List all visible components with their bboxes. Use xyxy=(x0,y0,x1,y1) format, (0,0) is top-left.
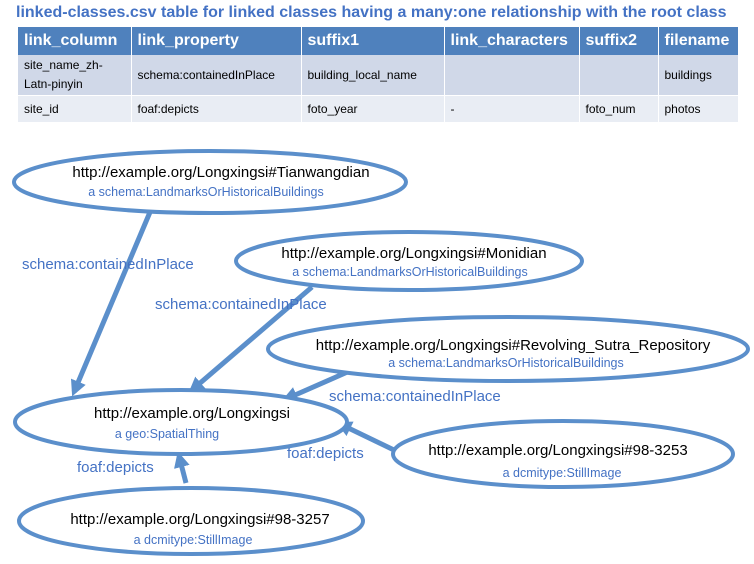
node-uri: http://example.org/Longxingsi#Monidian xyxy=(281,245,546,262)
node-photo3253: http://example.org/Longxingsi#98-3253 a … xyxy=(391,419,735,489)
node-revolving: http://example.org/Longxingsi#Revolving_… xyxy=(266,315,750,383)
node-uri: http://example.org/Longxingsi#Tianwangdi… xyxy=(72,164,369,181)
node-monidian: http://example.org/Longxingsi#Monidian a… xyxy=(234,230,584,292)
node-uri: http://example.org/Longxingsi#98-3253 xyxy=(428,442,687,459)
node-uri: http://example.org/Longxingsi#98-3257 xyxy=(70,511,329,528)
node-longxingsi: http://example.org/Longxingsi a geo:Spat… xyxy=(13,388,349,456)
node-uri: http://example.org/Longxingsi xyxy=(94,405,290,422)
edge-label-photo3257: foaf:depicts xyxy=(77,459,154,476)
node-class: a schema:LandmarksOrHistoricalBuildings xyxy=(292,265,528,279)
node-photo3257: http://example.org/Longxingsi#98-3257 a … xyxy=(17,486,365,556)
edge-label-photo3253: foaf:depicts xyxy=(287,445,364,462)
node-class: a geo:SpatialThing xyxy=(115,427,219,441)
node-uri: http://example.org/Longxingsi#Revolving_… xyxy=(316,337,711,354)
edge-label-tianwangdian: schema:containedInPlace xyxy=(22,256,194,273)
node-class: a dcmitype:StillImage xyxy=(503,466,622,480)
edge-arrow-photo3257-to-longxingsi xyxy=(174,451,190,484)
node-class: a dcmitype:StillImage xyxy=(134,533,253,547)
edge-label-revolving: schema:containedInPlace xyxy=(329,388,501,405)
edge-arrow-tianwangdian-to-longxingsi xyxy=(70,204,156,397)
node-class: a schema:LandmarksOrHistoricalBuildings xyxy=(388,356,624,370)
rdf-graph-diagram: schema:containedInPlace schema:contained… xyxy=(12,149,750,556)
edge-label-monidian: schema:containedInPlace xyxy=(155,296,327,313)
node-tianwangdian: http://example.org/Longxingsi#Tianwangdi… xyxy=(12,149,408,215)
node-class: a schema:LandmarksOrHistoricalBuildings xyxy=(88,185,324,199)
